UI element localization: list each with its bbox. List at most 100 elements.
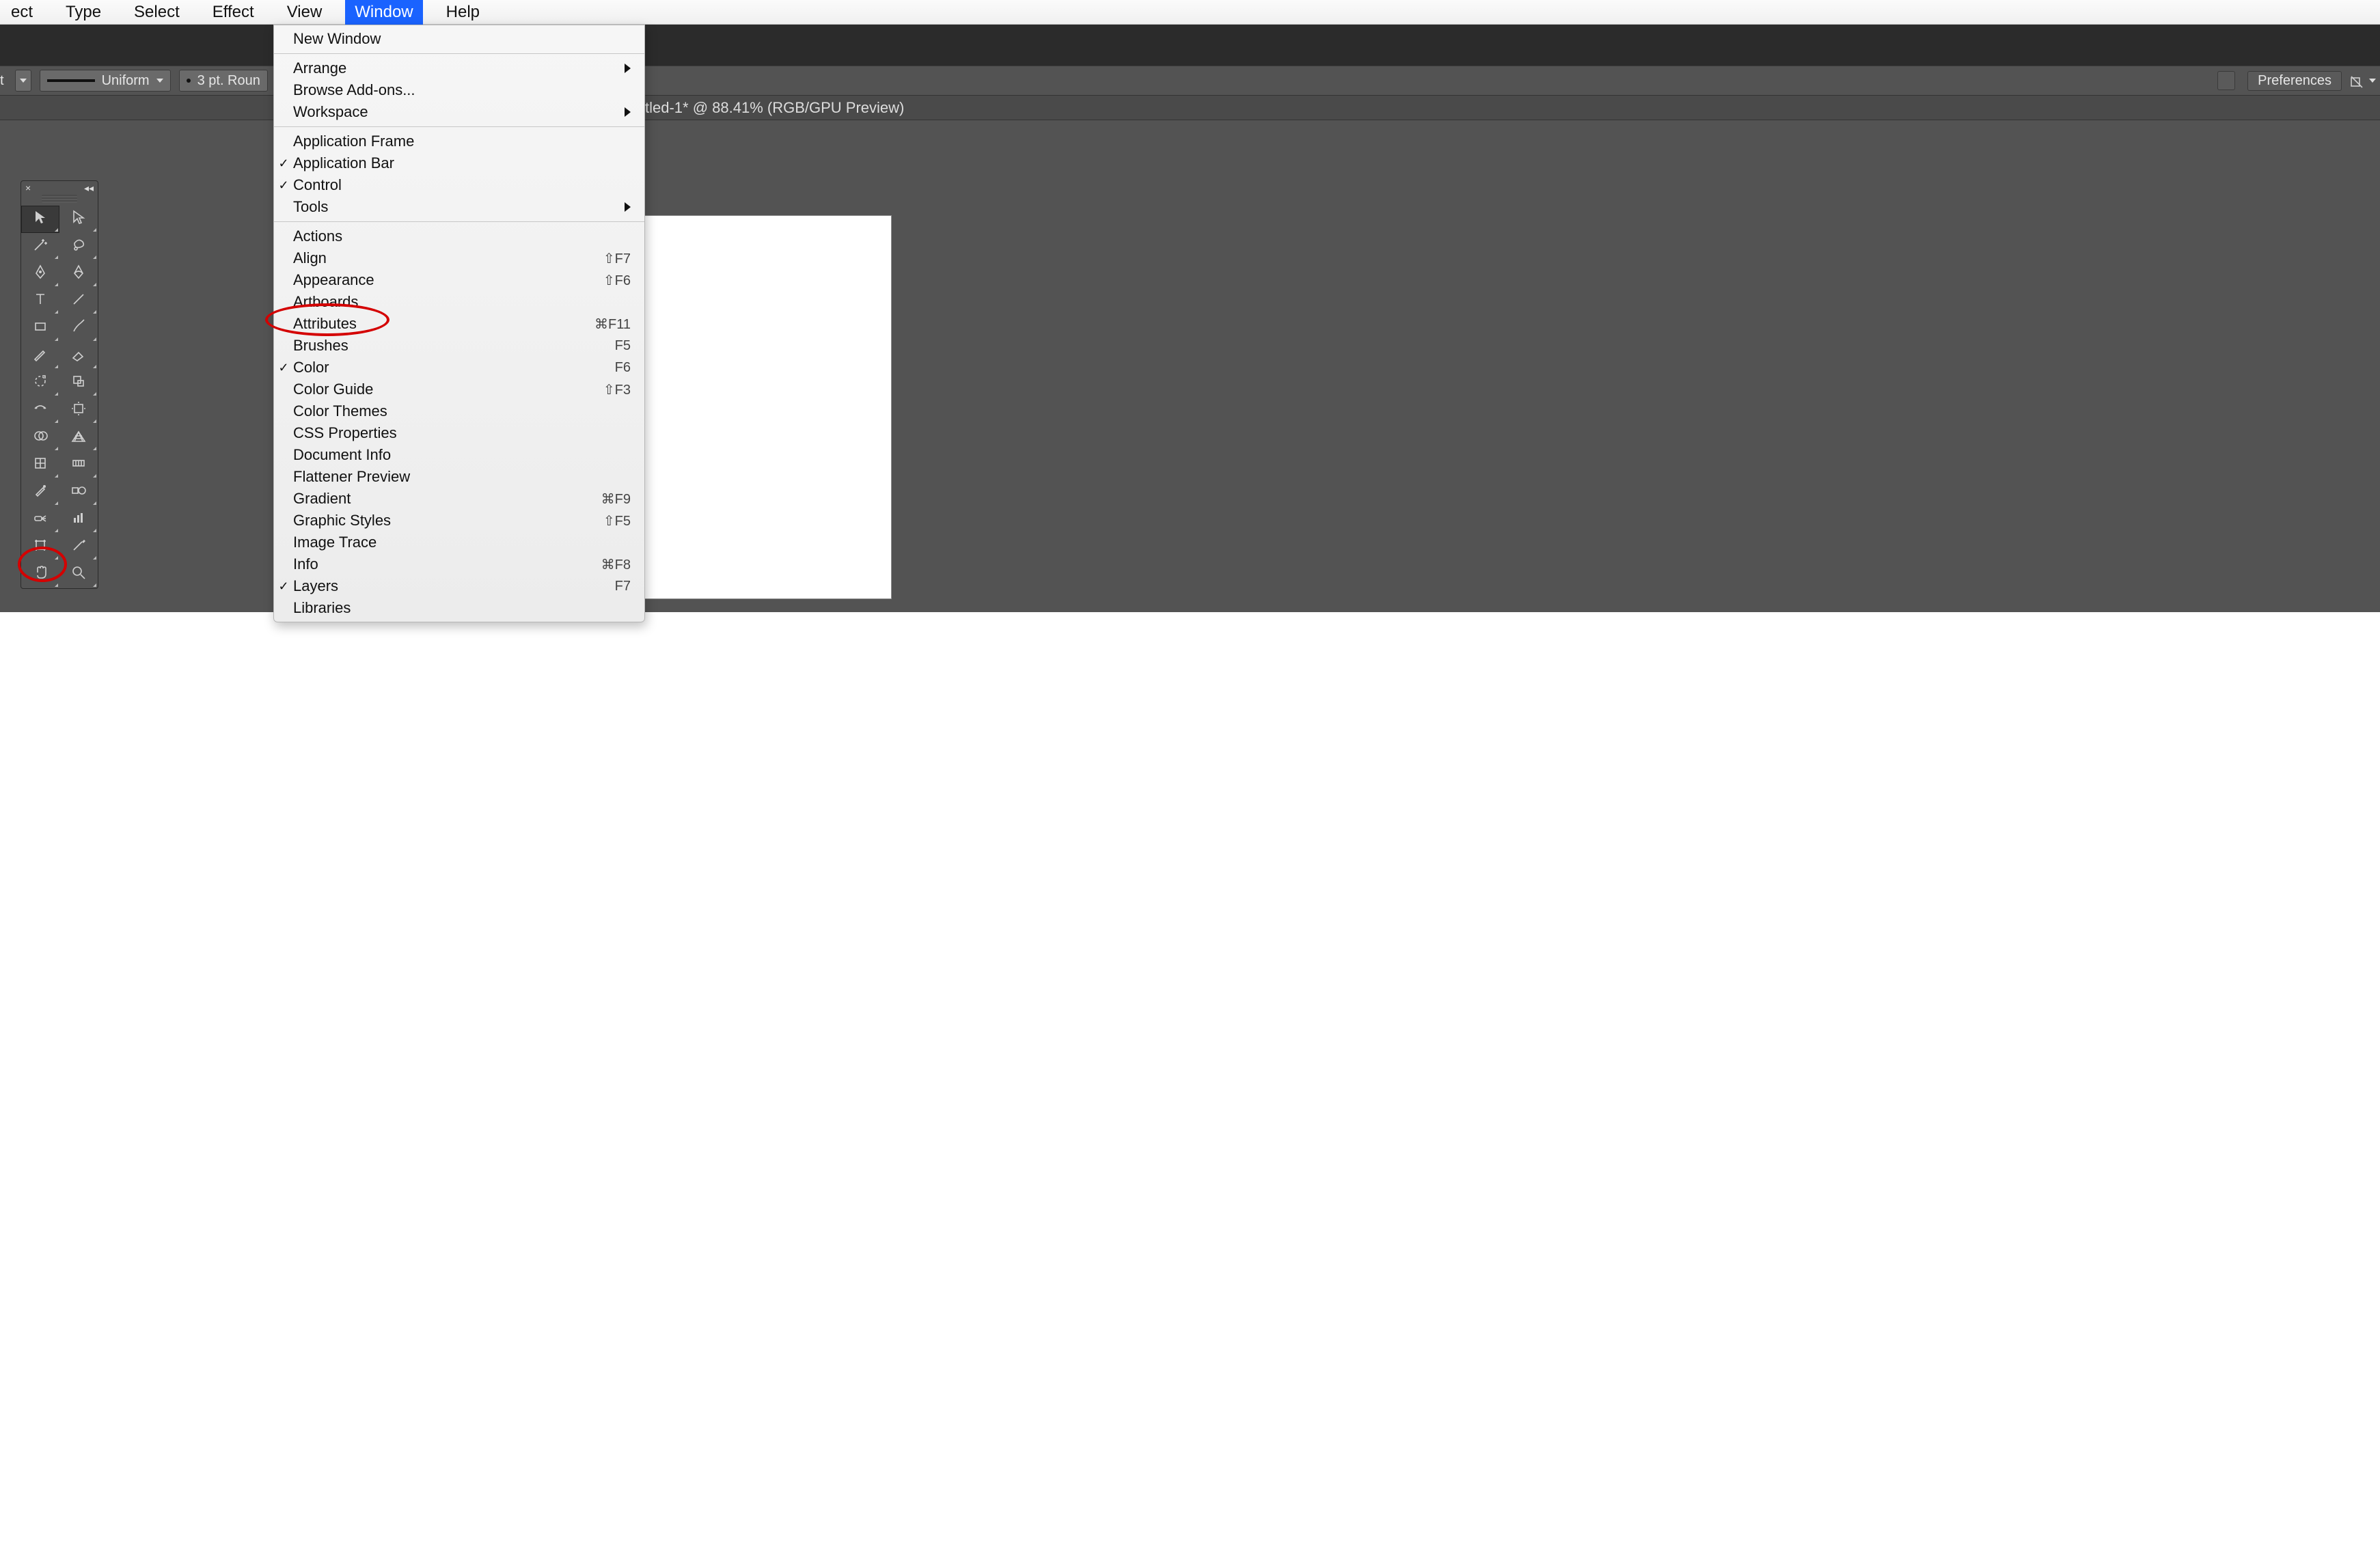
menu-item-actions[interactable]: Actions <box>274 225 644 247</box>
flyout-indicator-icon <box>55 556 58 560</box>
menu-item-info[interactable]: Info⌘F8 <box>274 553 644 575</box>
document-tab[interactable]: tled-1* @ 88.41% (RGB/GPU Preview) <box>645 99 904 117</box>
menu-item-label: Color <box>293 359 615 376</box>
eraser-tool[interactable] <box>59 342 98 370</box>
shape-builder-tool[interactable] <box>21 424 59 452</box>
rotate-tool[interactable] <box>21 370 59 397</box>
menu-item-color-guide[interactable]: Color Guide⇧F3 <box>274 378 644 400</box>
menu-item-label: Flattener Preview <box>293 468 631 486</box>
menu-item-appearance[interactable]: Appearance⇧F6 <box>274 269 644 291</box>
scale-tool[interactable] <box>59 370 98 397</box>
blend-tool[interactable] <box>59 479 98 506</box>
menu-item-ect[interactable]: ect <box>1 0 42 25</box>
pen-tool[interactable] <box>21 260 59 288</box>
control-dropdown-cut[interactable] <box>15 70 31 92</box>
menu-item-application-frame[interactable]: Application Frame <box>274 130 644 152</box>
checkmark-icon: ✓ <box>274 579 293 594</box>
chevron-down-icon[interactable] <box>2369 79 2376 83</box>
brush-label: 3 pt. Roun <box>197 73 260 89</box>
close-icon[interactable]: × <box>25 182 31 193</box>
zoom-tool[interactable] <box>59 561 98 588</box>
menu-item-label: Image Trace <box>293 534 631 551</box>
menu-item-application-bar[interactable]: ✓Application Bar <box>274 152 644 174</box>
control-right-cluster: Preferences <box>2217 71 2380 91</box>
menu-shortcut: ⇧F3 <box>603 381 631 398</box>
type-tool[interactable] <box>21 288 59 315</box>
hand-tool[interactable] <box>21 561 59 588</box>
menu-item-artboards[interactable]: Artboards <box>274 291 644 313</box>
menu-item-attributes[interactable]: Attributes⌘F11 <box>274 313 644 335</box>
flyout-indicator-icon <box>93 447 96 450</box>
menu-item-label: Tools <box>293 198 625 216</box>
artboard-tool[interactable] <box>21 534 59 561</box>
menu-item-view[interactable]: View <box>277 0 332 25</box>
menu-item-select[interactable]: Select <box>124 0 189 25</box>
menu-item-control[interactable]: ✓Control <box>274 174 644 196</box>
menu-item-effect[interactable]: Effect <box>203 0 264 25</box>
symbol-sprayer-tool-icon <box>32 510 49 531</box>
rectangle-tool[interactable] <box>21 315 59 342</box>
free-transform-tool[interactable] <box>59 397 98 424</box>
width-tool[interactable] <box>21 397 59 424</box>
eraser-tool-icon <box>70 346 87 367</box>
collapse-icon[interactable]: ◂◂ <box>84 182 94 194</box>
menu-item-libraries[interactable]: Libraries <box>274 597 644 619</box>
menu-item-css-properties[interactable]: CSS Properties <box>274 422 644 444</box>
window-menu-dropdown: New Window ArrangeBrowse Add-ons... Worksp… <box>273 25 645 622</box>
pencil-tool[interactable] <box>21 342 59 370</box>
menu-item-graphic-styles[interactable]: Graphic Styles⇧F5 <box>274 510 644 532</box>
slice-tool[interactable] <box>59 534 98 561</box>
menu-item-label: New Window <box>293 30 631 48</box>
menu-item-label: Workspace <box>293 103 625 121</box>
selection-tool[interactable] <box>21 206 59 233</box>
direct-selection-tool[interactable] <box>59 206 98 233</box>
magic-wand-tool[interactable] <box>21 233 59 260</box>
perspective-grid-tool[interactable] <box>59 424 98 452</box>
stroke-style-label: Uniform <box>102 73 150 89</box>
menu-item-brushes[interactable]: BrushesF5 <box>274 335 644 357</box>
gradient-tool[interactable] <box>59 452 98 479</box>
brush-definition-dropdown[interactable]: 3 pt. Roun <box>179 70 268 92</box>
menu-item-gradient[interactable]: Gradient⌘F9 <box>274 488 644 510</box>
line-segment-tool[interactable] <box>59 288 98 315</box>
menu-item-label: Application Frame <box>293 133 631 150</box>
menu-item-new-window[interactable]: New Window <box>274 28 644 50</box>
menu-item-image-trace[interactable]: Image Trace <box>274 532 644 553</box>
mesh-tool[interactable] <box>21 452 59 479</box>
lasso-tool[interactable] <box>59 233 98 260</box>
artboard-tool-icon <box>32 537 49 558</box>
stroke-style-dropdown[interactable]: Uniform <box>40 70 171 92</box>
menu-item-align[interactable]: Align⇧F7 <box>274 247 644 269</box>
menu-item-type[interactable]: Type <box>56 0 111 25</box>
paintbrush-tool[interactable] <box>59 315 98 342</box>
curvature-tool[interactable] <box>59 260 98 288</box>
eyedropper-tool[interactable] <box>21 479 59 506</box>
menu-item-browse-add-ons[interactable]: Browse Add-ons... <box>274 79 644 101</box>
menu-item-flattener-preview[interactable]: Flattener Preview <box>274 466 644 488</box>
symbol-sprayer-tool[interactable] <box>21 506 59 534</box>
menu-item-tools[interactable]: Tools <box>274 196 644 218</box>
width-tool-icon <box>32 400 49 422</box>
preferences-button[interactable]: Preferences <box>2247 71 2342 91</box>
menu-separator <box>274 126 644 127</box>
menu-item-document-info[interactable]: Document Info <box>274 444 644 466</box>
artboard[interactable] <box>645 216 891 598</box>
menu-item-label: Layers <box>293 577 615 595</box>
pen-tool-icon <box>32 264 49 285</box>
align-to-icon[interactable] <box>2349 74 2362 87</box>
menu-item-help[interactable]: Help <box>437 0 489 25</box>
gradient-tool-icon <box>70 455 87 476</box>
control-right-cut-field[interactable] <box>2217 71 2235 90</box>
panel-grip-icon[interactable] <box>42 195 77 203</box>
menu-item-arrange[interactable]: Arrange <box>274 57 644 79</box>
menu-item-label: Libraries <box>293 599 631 617</box>
menu-item-workspace[interactable]: Workspace <box>274 101 644 123</box>
stroke-preview-icon <box>47 79 95 82</box>
menu-item-window[interactable]: Window <box>345 0 422 25</box>
flyout-indicator-icon <box>55 529 58 532</box>
menu-item-color-themes[interactable]: Color Themes <box>274 400 644 422</box>
column-graph-tool[interactable] <box>59 506 98 534</box>
menu-item-layers[interactable]: ✓LayersF7 <box>274 575 644 597</box>
direct-selection-tool-icon <box>70 209 87 230</box>
menu-item-color[interactable]: ✓ColorF6 <box>274 357 644 378</box>
